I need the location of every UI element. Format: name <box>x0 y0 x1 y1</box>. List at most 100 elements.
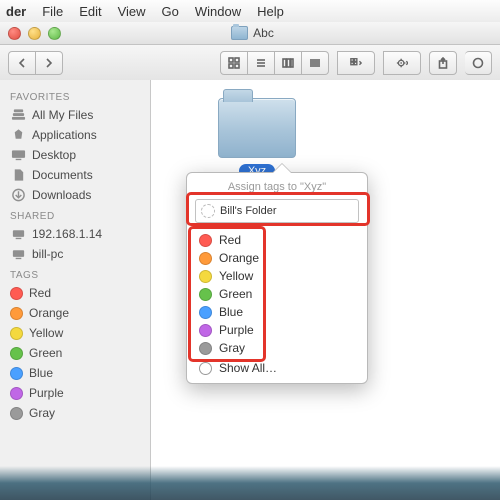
sidebar-item-label: Applications <box>32 128 97 142</box>
sidebar-item-documents[interactable]: Documents <box>0 165 150 185</box>
network-pc-icon <box>10 247 26 261</box>
sidebar-item-desktop[interactable]: Desktop <box>0 145 150 165</box>
documents-icon <box>10 168 26 182</box>
tag-option-red[interactable]: Red <box>187 231 367 249</box>
view-switcher <box>220 51 329 75</box>
sidebar-item-downloads[interactable]: Downloads <box>0 185 150 205</box>
sidebar-tag-yellow[interactable]: Yellow <box>0 323 150 343</box>
action-button[interactable] <box>383 51 421 75</box>
tag-option-orange[interactable]: Orange <box>187 249 367 267</box>
menu-file[interactable]: File <box>42 4 63 19</box>
tag-dot-icon <box>10 327 23 340</box>
nav-buttons <box>8 51 63 75</box>
sidebar-item-label: Blue <box>29 366 53 380</box>
tag-dot-icon <box>199 288 212 301</box>
tag-option-label: Yellow <box>219 269 253 283</box>
menu-window[interactable]: Window <box>195 4 241 19</box>
folder-icon <box>231 26 248 40</box>
minimize-window-button[interactable] <box>28 27 41 40</box>
tag-input[interactable]: Bill's Folder <box>195 199 359 223</box>
dock-edge <box>0 466 500 500</box>
network-drive-icon <box>10 227 26 241</box>
tag-dot-icon <box>199 234 212 247</box>
tag-dot-icon <box>10 287 23 300</box>
desktop-icon <box>10 148 26 162</box>
tag-dot-icon <box>199 306 212 319</box>
close-window-button[interactable] <box>8 27 21 40</box>
arrange-button[interactable] <box>337 51 375 75</box>
sidebar-item-label: Documents <box>32 168 93 182</box>
menu-app[interactable]: der <box>6 4 26 19</box>
tag-option-label: Orange <box>219 251 259 265</box>
sidebar-item-label: Purple <box>29 386 64 400</box>
tag-dot-icon <box>199 342 212 355</box>
view-icon-button[interactable] <box>220 51 248 75</box>
sidebar-item-label: Red <box>29 286 51 300</box>
tag-dot-icon <box>10 367 23 380</box>
view-coverflow-button[interactable] <box>302 51 329 75</box>
new-tag-icon <box>201 204 215 218</box>
sidebar-tag-gray[interactable]: Gray <box>0 403 150 423</box>
tag-option-label: Blue <box>219 305 243 319</box>
menu-help[interactable]: Help <box>257 4 284 19</box>
sidebar-item-label: Green <box>29 346 62 360</box>
sidebar-item-label: Yellow <box>29 326 63 340</box>
sidebar-tag-orange[interactable]: Orange <box>0 303 150 323</box>
tag-dot-icon <box>199 270 212 283</box>
sidebar-item-shared-pc[interactable]: bill-pc <box>0 244 150 264</box>
tag-option-label: Gray <box>219 341 245 355</box>
sidebar-item-applications[interactable]: Applications <box>0 125 150 145</box>
forward-button[interactable] <box>36 51 63 75</box>
tag-option-purple[interactable]: Purple <box>187 321 367 339</box>
sidebar-tag-green[interactable]: Green <box>0 343 150 363</box>
tag-option-label: Purple <box>219 323 254 337</box>
tags-popover: Assign tags to "Xyz" Bill's Folder RedOr… <box>186 172 368 384</box>
sidebar-head-favorites: Favorites <box>0 86 150 105</box>
sidebar-item-all-my-files[interactable]: All My Files <box>0 105 150 125</box>
tag-option-blue[interactable]: Blue <box>187 303 367 321</box>
tags-button[interactable] <box>465 51 492 75</box>
toolbar <box>0 45 500 82</box>
menu-edit[interactable]: Edit <box>79 4 101 19</box>
menubar: der File Edit View Go Window Help <box>0 0 500 23</box>
sidebar-item-label: bill-pc <box>32 247 63 261</box>
sidebar-tag-red[interactable]: Red <box>0 283 150 303</box>
sidebar-item-label: 192.168.1.14 <box>32 227 102 241</box>
tag-dot-icon <box>10 307 23 320</box>
tag-dot-icon <box>10 407 23 420</box>
menu-view[interactable]: View <box>118 4 146 19</box>
sidebar-item-label: Desktop <box>32 148 76 162</box>
tag-option-label: Red <box>219 233 241 247</box>
tag-list: Red Orange Yellow Green Blue Purple Gray <box>187 229 367 359</box>
back-button[interactable] <box>8 51 36 75</box>
window-title: Abc <box>253 26 274 40</box>
all-my-files-icon <box>10 108 26 122</box>
sidebar: Favorites All My Files Applications Desk… <box>0 80 151 500</box>
downloads-icon <box>10 188 26 202</box>
tag-option-gray[interactable]: Gray <box>187 339 367 357</box>
menu-go[interactable]: Go <box>162 4 179 19</box>
tag-option-yellow[interactable]: Yellow <box>187 267 367 285</box>
sidebar-item-label: All My Files <box>32 108 93 122</box>
tag-dot-icon <box>10 387 23 400</box>
view-column-button[interactable] <box>275 51 302 75</box>
titlebar: Abc <box>0 22 500 45</box>
view-list-button[interactable] <box>248 51 275 75</box>
sidebar-tag-blue[interactable]: Blue <box>0 363 150 383</box>
tag-dot-icon <box>199 324 212 337</box>
tag-dot-icon <box>199 252 212 265</box>
sidebar-tag-purple[interactable]: Purple <box>0 383 150 403</box>
sidebar-item-label: Downloads <box>32 188 91 202</box>
sidebar-head-tags: Tags <box>0 264 150 283</box>
sidebar-item-label: Orange <box>29 306 69 320</box>
tag-input-value: Bill's Folder <box>220 205 277 217</box>
folder-icon <box>218 98 296 158</box>
zoom-window-button[interactable] <box>48 27 61 40</box>
applications-icon <box>10 128 26 142</box>
traffic-lights <box>8 27 61 40</box>
sidebar-item-shared-ip[interactable]: 192.168.1.14 <box>0 224 150 244</box>
share-button[interactable] <box>429 51 457 75</box>
show-all-tags[interactable]: Show All… <box>187 359 367 377</box>
tag-option-green[interactable]: Green <box>187 285 367 303</box>
sidebar-item-label: Gray <box>29 406 55 420</box>
